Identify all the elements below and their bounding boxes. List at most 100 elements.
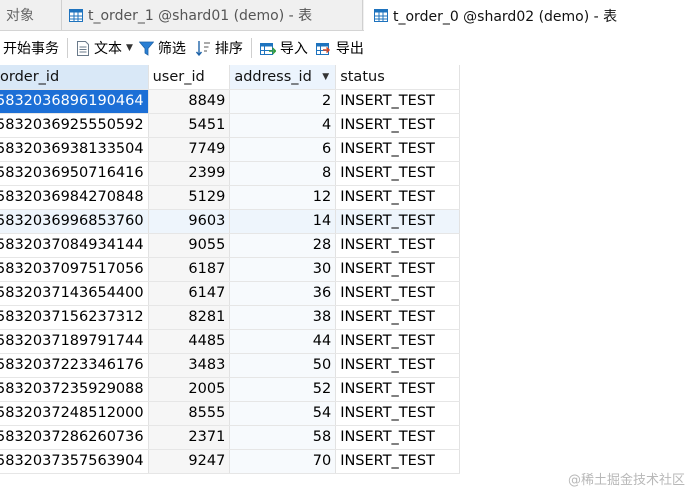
cell-order-id[interactable]: 5832037248512000 (0, 401, 149, 426)
cell-user-id[interactable]: 9247 (148, 449, 231, 474)
cell-status[interactable]: INSERT_TEST (335, 329, 460, 354)
cell-order-id[interactable]: 5832037235929088 (0, 377, 149, 402)
cell-status[interactable]: INSERT_TEST (335, 161, 460, 186)
cell-address-id[interactable]: 12 (229, 185, 337, 210)
cell-order-id[interactable]: 5832036984270848 (0, 185, 149, 210)
cell-address-id[interactable]: 58 (229, 425, 337, 450)
sort-button[interactable]: 排序 (195, 35, 243, 61)
cell-address-id[interactable]: 8 (229, 161, 337, 186)
cell-address-id[interactable]: 38 (229, 305, 337, 330)
cell-user-id[interactable]: 2005 (148, 377, 231, 402)
table-row[interactable]: 5832037357563904 9247 70 INSERT_TEST (0, 449, 460, 474)
column-header-order-id[interactable]: order_id (0, 65, 149, 90)
table-row[interactable]: 5832036938133504 7749 6 INSERT_TEST (0, 137, 460, 162)
cell-user-id[interactable]: 2371 (148, 425, 231, 450)
table-row[interactable]: 5832037223346176 3483 50 INSERT_TEST (0, 353, 460, 378)
cell-address-id[interactable]: 14 (229, 209, 337, 234)
cell-order-id[interactable]: 5832037357563904 (0, 449, 149, 474)
cell-user-id[interactable]: 4485 (148, 329, 231, 354)
cell-status[interactable]: INSERT_TEST (335, 137, 460, 162)
cell-status[interactable]: INSERT_TEST (335, 209, 460, 234)
cell-status[interactable]: INSERT_TEST (335, 257, 460, 282)
cell-order-id[interactable]: 5832036938133504 (0, 137, 149, 162)
table-row[interactable]: 5832037084934144 9055 28 INSERT_TEST (0, 233, 460, 258)
cell-order-id[interactable]: 5832037097517056 (0, 257, 149, 282)
cell-status[interactable]: INSERT_TEST (335, 305, 460, 330)
cell-order-id[interactable]: 5832037189791744 (0, 329, 149, 354)
table-row[interactable]: 5832037189791744 4485 44 INSERT_TEST (0, 329, 460, 354)
cell-user-id[interactable]: 9603 (148, 209, 231, 234)
table-row[interactable]: 5832037235929088 2005 52 INSERT_TEST (0, 377, 460, 402)
table-row[interactable]: 5832037143654400 6147 36 INSERT_TEST (0, 281, 460, 306)
cell-user-id[interactable]: 3483 (148, 353, 231, 378)
cell-order-id[interactable]: 5832037156237312 (0, 305, 149, 330)
column-header-user-id[interactable]: user_id (148, 65, 231, 90)
chevron-down-icon[interactable]: ▼ (126, 43, 133, 53)
table-row[interactable]: 5832037286260736 2371 58 INSERT_TEST (0, 425, 460, 450)
cell-user-id[interactable]: 8555 (148, 401, 231, 426)
cell-address-id[interactable]: 70 (229, 449, 337, 474)
data-grid[interactable]: order_id user_id address_id ▼ status 583… (0, 65, 460, 494)
cell-order-id[interactable]: 5832036950716416 (0, 161, 149, 186)
cell-user-id[interactable]: 2399 (148, 161, 231, 186)
sort-desc-icon: ▼ (322, 72, 330, 82)
cell-order-id[interactable]: 5832037143654400 (0, 281, 149, 306)
table-row[interactable]: 5832036984270848 5129 12 INSERT_TEST (0, 185, 460, 210)
cell-user-id[interactable]: 8281 (148, 305, 231, 330)
cell-user-id[interactable]: 9055 (148, 233, 231, 258)
cell-user-id[interactable]: 5129 (148, 185, 231, 210)
table-row[interactable]: 5832036896190464 8849 2 INSERT_TEST (0, 89, 460, 114)
cell-status[interactable]: INSERT_TEST (335, 449, 460, 474)
cell-status[interactable]: INSERT_TEST (335, 377, 460, 402)
tab-objects[interactable]: 对象 (0, 0, 62, 30)
cell-user-id[interactable]: 8849 (148, 89, 231, 114)
cell-address-id[interactable]: 28 (229, 233, 337, 258)
cell-status[interactable]: INSERT_TEST (335, 425, 460, 450)
table-row[interactable]: 5832037097517056 6187 30 INSERT_TEST (0, 257, 460, 282)
cell-order-id[interactable]: 5832037084934144 (0, 233, 149, 258)
table-row[interactable]: 5832036996853760 9603 14 INSERT_TEST (0, 209, 460, 234)
column-header-status[interactable]: status (335, 65, 460, 90)
cell-address-id[interactable]: 6 (229, 137, 337, 162)
cell-order-id[interactable]: 5832037223346176 (0, 353, 149, 378)
table-icon (69, 8, 83, 22)
cell-status[interactable]: INSERT_TEST (335, 185, 460, 210)
cell-address-id[interactable]: 2 (229, 89, 337, 114)
cell-status[interactable]: INSERT_TEST (335, 353, 460, 378)
cell-status[interactable]: INSERT_TEST (335, 281, 460, 306)
cell-order-id[interactable]: 5832036925550592 (0, 113, 149, 138)
cell-status[interactable]: INSERT_TEST (335, 89, 460, 114)
cell-address-id[interactable]: 44 (229, 329, 337, 354)
watermark: @稀土掘金技术社区 (567, 473, 685, 488)
cell-user-id[interactable]: 6187 (148, 257, 231, 282)
table-row[interactable]: 5832037156237312 8281 38 INSERT_TEST (0, 305, 460, 330)
import-button[interactable]: 导入 (259, 35, 308, 61)
cell-user-id[interactable]: 6147 (148, 281, 231, 306)
filter-button[interactable]: 筛选 (138, 35, 186, 61)
begin-transaction-button[interactable]: 开始事务 (3, 35, 59, 61)
cell-order-id[interactable]: 5832037286260736 (0, 425, 149, 450)
cell-order-id[interactable]: 5832036996853760 (0, 209, 149, 234)
cell-address-id[interactable]: 30 (229, 257, 337, 282)
tab-label: t_order_0 @shard02 (demo) - 表 (393, 8, 618, 25)
table-row[interactable]: 5832036950716416 2399 8 INSERT_TEST (0, 161, 460, 186)
header-row: order_id user_id address_id ▼ status (0, 65, 460, 90)
cell-status[interactable]: INSERT_TEST (335, 113, 460, 138)
cell-status[interactable]: INSERT_TEST (335, 401, 460, 426)
text-button[interactable]: 文本 ▼ (76, 35, 133, 61)
table-row[interactable]: 5832037248512000 8555 54 INSERT_TEST (0, 401, 460, 426)
cell-status[interactable]: INSERT_TEST (335, 233, 460, 258)
cell-user-id[interactable]: 5451 (148, 113, 231, 138)
cell-user-id[interactable]: 7749 (148, 137, 231, 162)
cell-address-id[interactable]: 54 (229, 401, 337, 426)
tab-t-order-1-shard01[interactable]: t_order_1 @shard01 (demo) - 表 (63, 0, 363, 30)
tab-t-order-0-shard02[interactable]: t_order_0 @shard02 (demo) - 表 (364, 0, 693, 31)
cell-address-id[interactable]: 50 (229, 353, 337, 378)
cell-address-id[interactable]: 36 (229, 281, 337, 306)
cell-address-id[interactable]: 4 (229, 113, 337, 138)
export-button[interactable]: 导出 (315, 35, 364, 61)
cell-order-id[interactable]: 5832036896190464 (0, 89, 149, 114)
cell-address-id[interactable]: 52 (229, 377, 337, 402)
table-row[interactable]: 5832036925550592 5451 4 INSERT_TEST (0, 113, 460, 138)
column-header-address-id[interactable]: address_id ▼ (229, 65, 337, 90)
